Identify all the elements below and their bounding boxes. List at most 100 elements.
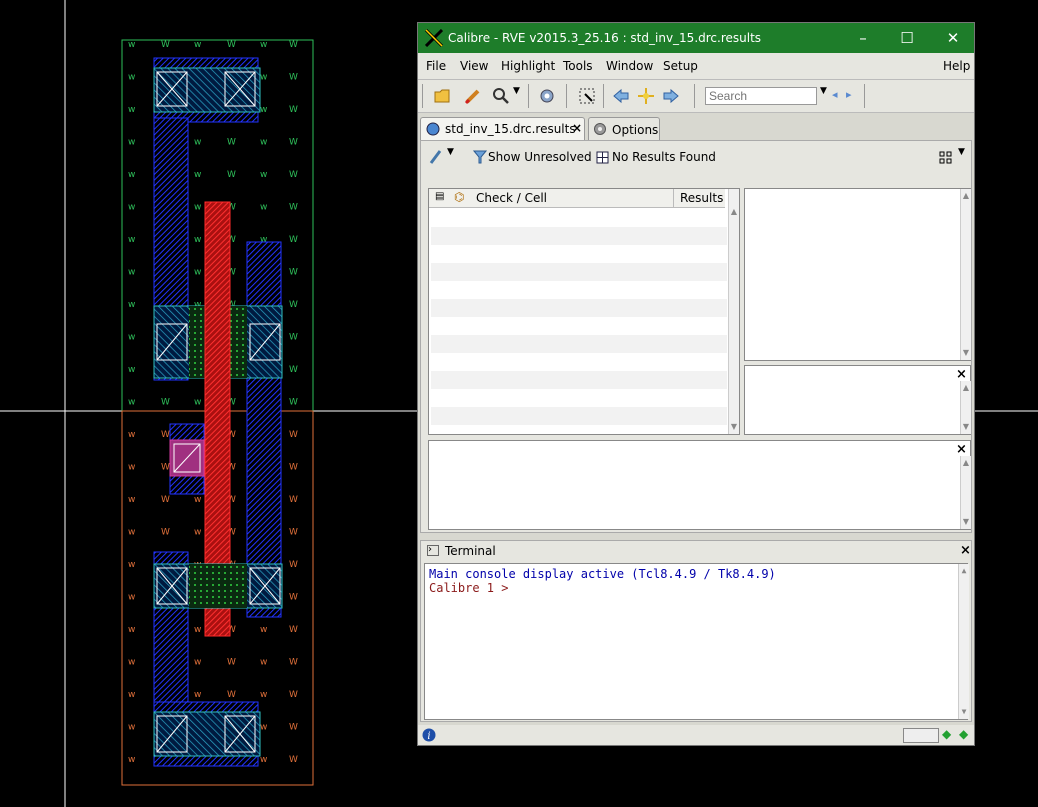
nwell-label: w bbox=[260, 138, 267, 148]
info-pane-close-icon[interactable]: × bbox=[956, 367, 967, 382]
center-icon[interactable] bbox=[637, 87, 655, 105]
highlight-brush-icon[interactable] bbox=[464, 87, 482, 105]
nwell-label: w bbox=[194, 40, 201, 50]
col-check-cell[interactable]: Check / Cell bbox=[476, 191, 547, 205]
tree-row[interactable] bbox=[431, 371, 727, 389]
text-pane: × ▲ ▼ bbox=[428, 440, 971, 530]
menu-help[interactable]: Help bbox=[943, 59, 970, 73]
green-diamond-icon: ◆ bbox=[942, 727, 952, 741]
pwell-label: W bbox=[161, 495, 170, 505]
menu-setup[interactable]: Setup bbox=[663, 59, 698, 73]
pwell-label: W bbox=[289, 755, 298, 765]
menu-file[interactable]: File bbox=[426, 59, 446, 73]
nwell-label: w bbox=[128, 300, 135, 310]
pwell-label: W bbox=[289, 625, 298, 635]
calibre-rve-window[interactable]: Calibre - RVE v2015.3_25.16 : std_inv_15… bbox=[417, 22, 975, 746]
tab-options[interactable]: Options bbox=[588, 117, 660, 140]
svg-text:i: i bbox=[427, 731, 430, 742]
nwell-label: w bbox=[128, 398, 135, 408]
search-dropdown-icon[interactable]: ▼ bbox=[820, 86, 827, 96]
tree-row[interactable] bbox=[431, 407, 727, 425]
pwell-label: w bbox=[128, 723, 135, 733]
search-next-icon[interactable]: ▸ bbox=[846, 88, 852, 101]
filter-icon bbox=[473, 150, 487, 164]
toolbar: ▼ ▼ ◂ ▸ bbox=[418, 80, 974, 113]
tree-scrollbar[interactable]: ▲ ▼ bbox=[728, 189, 739, 434]
menu-highlight[interactable]: Highlight bbox=[501, 59, 555, 73]
nwell-label: W bbox=[289, 268, 298, 278]
info-scrollbar[interactable]: ▲ ▼ bbox=[960, 381, 971, 434]
maximize-button[interactable]: ☐ bbox=[894, 27, 920, 49]
check-cell-tree[interactable]: ▤ ⌬ Check / Cell Results ▲ ▼ bbox=[428, 188, 740, 435]
menu-view[interactable]: View bbox=[460, 59, 488, 73]
tree-row[interactable] bbox=[431, 299, 727, 317]
pwell-label: W bbox=[289, 495, 298, 505]
details-scrollbar[interactable]: ▲ ▼ bbox=[960, 189, 971, 360]
pwell-label: w bbox=[128, 560, 135, 570]
tree-header: ▤ ⌬ Check / Cell Results bbox=[429, 189, 725, 208]
pwell-label: w bbox=[128, 658, 135, 668]
gear-icon[interactable] bbox=[538, 87, 556, 105]
pwell-label: W bbox=[227, 690, 236, 700]
nwell-label: W bbox=[227, 40, 236, 50]
nwell-label: w bbox=[128, 138, 135, 148]
terminal-icon: › bbox=[427, 545, 439, 556]
close-button[interactable]: ✕ bbox=[940, 27, 966, 49]
text-scrollbar[interactable]: ▲ ▼ bbox=[960, 456, 971, 529]
menu-tools[interactable]: Tools bbox=[563, 59, 593, 73]
pwell-label: w bbox=[194, 690, 201, 700]
nwell-label: W bbox=[289, 170, 298, 180]
pwell-label: W bbox=[289, 723, 298, 733]
zoom-dropdown-icon[interactable]: ▼ bbox=[513, 86, 520, 96]
tree-row[interactable] bbox=[431, 227, 727, 245]
arrow-left-icon[interactable] bbox=[612, 87, 630, 105]
tree-row[interactable] bbox=[431, 209, 727, 227]
minimize-button[interactable]: – bbox=[850, 27, 876, 49]
search-prev-icon[interactable]: ◂ bbox=[832, 88, 838, 101]
tree-row[interactable] bbox=[431, 317, 727, 335]
options-gear-icon bbox=[594, 123, 606, 135]
col-results[interactable]: Results bbox=[680, 191, 723, 205]
nwell-label: w bbox=[260, 73, 267, 83]
title-bar[interactable]: Calibre - RVE v2015.3_25.16 : std_inv_15… bbox=[418, 23, 974, 53]
tree-row[interactable] bbox=[431, 245, 727, 263]
nwell-label: w bbox=[194, 138, 201, 148]
pwell-label: w bbox=[128, 690, 135, 700]
info-pane: × ▲ ▼ bbox=[744, 365, 971, 435]
tree-expand-icon[interactable]: ▤ bbox=[435, 191, 444, 202]
layout-dropdown-icon[interactable]: ▼ bbox=[958, 147, 965, 157]
menu-window[interactable]: Window bbox=[606, 59, 653, 73]
tree-row[interactable] bbox=[431, 263, 727, 281]
tab-close-icon[interactable]: × bbox=[572, 121, 582, 135]
tree-row[interactable] bbox=[431, 281, 727, 299]
pwell-label: W bbox=[289, 658, 298, 668]
grid-select-icon[interactable] bbox=[578, 87, 596, 105]
arrow-right-icon[interactable] bbox=[662, 87, 680, 105]
nwell-label: w bbox=[260, 40, 267, 50]
open-folder-icon[interactable] bbox=[434, 87, 452, 105]
nwell-label: w bbox=[128, 105, 135, 115]
info-icon[interactable]: i bbox=[422, 728, 436, 742]
terminal-close-icon[interactable]: × bbox=[960, 543, 971, 558]
nwell-label: W bbox=[289, 40, 298, 50]
text-pane-close-icon[interactable]: × bbox=[956, 442, 967, 457]
details-pane: ▲ ▼ bbox=[744, 188, 971, 361]
pen-dropdown-icon[interactable]: ▼ bbox=[447, 147, 454, 157]
pen-icon[interactable] bbox=[429, 149, 443, 165]
tree-row[interactable] bbox=[431, 389, 727, 407]
layout-grid-icon[interactable] bbox=[939, 151, 953, 165]
pwell-label: W bbox=[289, 593, 298, 603]
show-unresolved-button[interactable]: Show Unresolved bbox=[488, 150, 592, 164]
window-title: Calibre - RVE v2015.3_25.16 : std_inv_15… bbox=[448, 31, 762, 45]
terminal-scrollbar[interactable]: ▲ ▼ bbox=[958, 564, 969, 719]
results-globe-icon bbox=[426, 122, 440, 136]
search-input[interactable] bbox=[705, 87, 817, 105]
check-cell-icon: ⌬ bbox=[454, 190, 465, 204]
pwell-label: w bbox=[260, 723, 267, 733]
zoom-icon[interactable] bbox=[492, 87, 510, 105]
tab-results[interactable]: std_inv_15.drc.results × bbox=[420, 117, 585, 140]
terminal-console[interactable]: Main console display active (Tcl8.4.9 / … bbox=[424, 563, 969, 720]
tree-row[interactable] bbox=[431, 353, 727, 371]
pwell-label: w bbox=[128, 463, 135, 473]
tree-row[interactable] bbox=[431, 335, 727, 353]
